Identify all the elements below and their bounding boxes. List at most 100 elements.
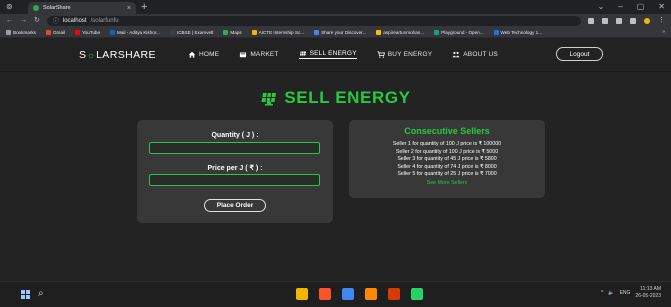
maximize-icon[interactable]: ▢ — [637, 1, 645, 13]
bookmark-label: AICTE Internship Sc... — [258, 29, 305, 35]
sellers-list: Seller 1 for quantity of 100 J price is … — [349, 141, 545, 179]
nav-home-label: HOME — [199, 51, 220, 58]
page-title: SELL ENERGY — [0, 88, 671, 108]
language-indicator[interactable]: ENG — [620, 290, 631, 296]
favicon-icon — [33, 5, 39, 11]
vlc-icon[interactable] — [365, 288, 377, 300]
url-path: /solarfunfu — [90, 17, 119, 24]
site-navbar: S☼LARSHARE HOME MARKET SELL ENERGY BUY E… — [0, 38, 671, 72]
brand-logo[interactable]: S☼LARSHARE — [79, 49, 156, 61]
bookmark-item[interactable]: Playground - Open... — [434, 29, 484, 35]
address-bar[interactable]: ⓘ localhost/solarfunfu — [46, 15, 581, 26]
page-title-text: SELL ENERGY — [284, 88, 411, 107]
browser-toolbar: ← → ↻ ⓘ localhost/solarfunfu ⋮ — [0, 14, 671, 27]
bookmark-favicon-icon — [493, 29, 499, 35]
place-order-button[interactable]: Place Order — [204, 199, 266, 212]
minimize-icon[interactable]: – — [618, 1, 622, 13]
brand-text-end: LARSHARE — [96, 49, 156, 61]
chrome-icon[interactable] — [342, 288, 354, 300]
taskbar-apps — [296, 288, 423, 300]
bookmark-label: Gmail — [52, 29, 65, 35]
order-form-card: Quantity ( J ) : Price per J ( ₹ ) : Pla… — [137, 120, 333, 223]
team-icon — [452, 51, 460, 58]
sell-energy-page: SELL ENERGY Quantity ( J ) : Price per J… — [0, 72, 671, 281]
tray-chevron-icon[interactable]: ^ — [601, 290, 603, 296]
see-more-sellers-link[interactable]: See More Sellers — [349, 180, 545, 186]
bookmark-favicon-icon — [434, 29, 440, 35]
share-icon[interactable] — [588, 17, 594, 24]
forward-icon[interactable]: → — [20, 17, 27, 24]
reload-icon[interactable]: ↻ — [34, 17, 40, 24]
bookmark-favicon-icon — [110, 29, 116, 35]
system-tray: ^ 🔈 ENG 11:13 AM 26-05-2023 — [601, 286, 661, 299]
bookmark-item[interactable]: Gmail — [45, 29, 65, 35]
new-tab-icon[interactable]: + — [141, 1, 147, 13]
bookmark-item[interactable]: Web Technology 1... — [493, 29, 542, 35]
browser-tab[interactable]: SolarShare × — [28, 2, 136, 14]
bookmark-label: Share your Discover... — [321, 29, 367, 35]
brave-browser-icon[interactable] — [319, 288, 331, 300]
bookmark-label: YouTube — [81, 29, 101, 35]
search-icon[interactable]: ⌕ — [38, 288, 44, 300]
site-info-icon[interactable]: ⓘ — [53, 16, 59, 25]
side-panel-icon[interactable] — [630, 17, 636, 24]
bookmark-item[interactable]: Bookmarks — [6, 29, 36, 35]
bookmark-item[interactable]: Share your Discover... — [314, 29, 367, 35]
profile-avatar-icon[interactable] — [644, 17, 650, 24]
file-explorer-icon[interactable] — [296, 288, 308, 300]
bookmarks-bar: Bookmarks Gmail YouTube Mail - Aditya Kisho… — [0, 27, 671, 38]
quantity-input[interactable] — [149, 142, 320, 154]
bookmark-item[interactable]: AICTE Internship Sc... — [251, 29, 305, 35]
bookmark-label: ICBSE | Examvelt — [176, 29, 214, 35]
window-controls: ⌄ – ▢ ✕ — [598, 1, 665, 13]
windows-start-icon[interactable] — [21, 290, 30, 299]
bookmark-label: Maps — [230, 29, 242, 35]
extensions-icon[interactable] — [616, 17, 622, 24]
office-icon[interactable] — [388, 288, 400, 300]
volume-icon[interactable]: 🔈 — [608, 290, 614, 296]
close-tab-icon[interactable]: × — [127, 5, 131, 12]
nav-about-us[interactable]: ABOUT US — [452, 50, 498, 59]
taskbar: ⌕ ^ 🔈 ENG 11:13 AM 26-05-2023 — [0, 281, 671, 307]
tab-title: SolarShare — [43, 5, 71, 11]
price-input[interactable] — [149, 174, 320, 186]
consecutive-sellers-card: Consecutive Sellers Seller 1 for quantit… — [349, 120, 545, 198]
bookmark-favicon-icon — [6, 29, 11, 35]
star-icon[interactable] — [602, 17, 608, 24]
bookmark-label: aspireartunmohan... — [383, 29, 425, 35]
back-icon[interactable]: ← — [6, 17, 13, 24]
bookmark-favicon-icon — [223, 29, 229, 35]
bookmark-item[interactable]: Maps — [223, 29, 242, 35]
nav-market-label: MARKET — [250, 51, 279, 58]
list-item: Seller 2 for quantity of 100 J price is … — [395, 148, 499, 155]
clock[interactable]: 11:13 AM 26-05-2023 — [635, 286, 661, 299]
bookmark-favicon-icon — [376, 29, 382, 35]
screen: ⊚ SolarShare × + ⌄ – ▢ ✕ ← → ↻ ⓘ localho… — [0, 0, 671, 307]
bookmark-item[interactable]: YouTube — [74, 29, 101, 35]
chrome-menu-icon[interactable]: ⋮ — [658, 17, 665, 24]
cart-icon — [377, 51, 385, 58]
nav-sell-energy-label: SELL ENERGY — [309, 50, 357, 57]
bookmark-favicon-icon — [314, 29, 320, 35]
url-host: localhost — [62, 17, 87, 24]
bookmark-item[interactable]: aspireartunmohan... — [376, 29, 425, 35]
bookmark-label: Bookmarks — [13, 29, 36, 35]
nav-home[interactable]: HOME — [188, 50, 219, 59]
bookmark-item[interactable]: Mail - Aditya Kishor... — [110, 29, 160, 35]
sellers-title: Consecutive Sellers — [404, 126, 490, 136]
tab-search-icon[interactable]: ⊚ — [6, 1, 13, 13]
close-window-icon[interactable]: ✕ — [658, 1, 665, 13]
nav-buy-energy-label: BUY ENERGY — [387, 51, 433, 58]
chevron-down-icon[interactable]: ⌄ — [598, 1, 605, 13]
browser-tab-strip: ⊚ SolarShare × + ⌄ – ▢ ✕ — [0, 0, 671, 14]
nav-sell-energy[interactable]: SELL ENERGY — [298, 50, 357, 59]
logout-button[interactable]: Logout — [556, 47, 603, 61]
list-item: Seller 4 for quantity of 74 J price is ₹… — [397, 163, 497, 170]
nav-buy-energy[interactable]: BUY ENERGY — [377, 50, 433, 59]
bookmark-label: Web Technology 1... — [500, 29, 542, 35]
bookmarks-overflow-icon[interactable]: » — [662, 29, 665, 35]
list-item: Seller 3 for quantity of 45 J price is ₹… — [397, 156, 497, 162]
whatsapp-icon[interactable] — [411, 288, 423, 300]
nav-market[interactable]: MARKET — [239, 50, 278, 59]
bookmark-item[interactable]: ICBSE | Examvelt — [169, 29, 214, 35]
